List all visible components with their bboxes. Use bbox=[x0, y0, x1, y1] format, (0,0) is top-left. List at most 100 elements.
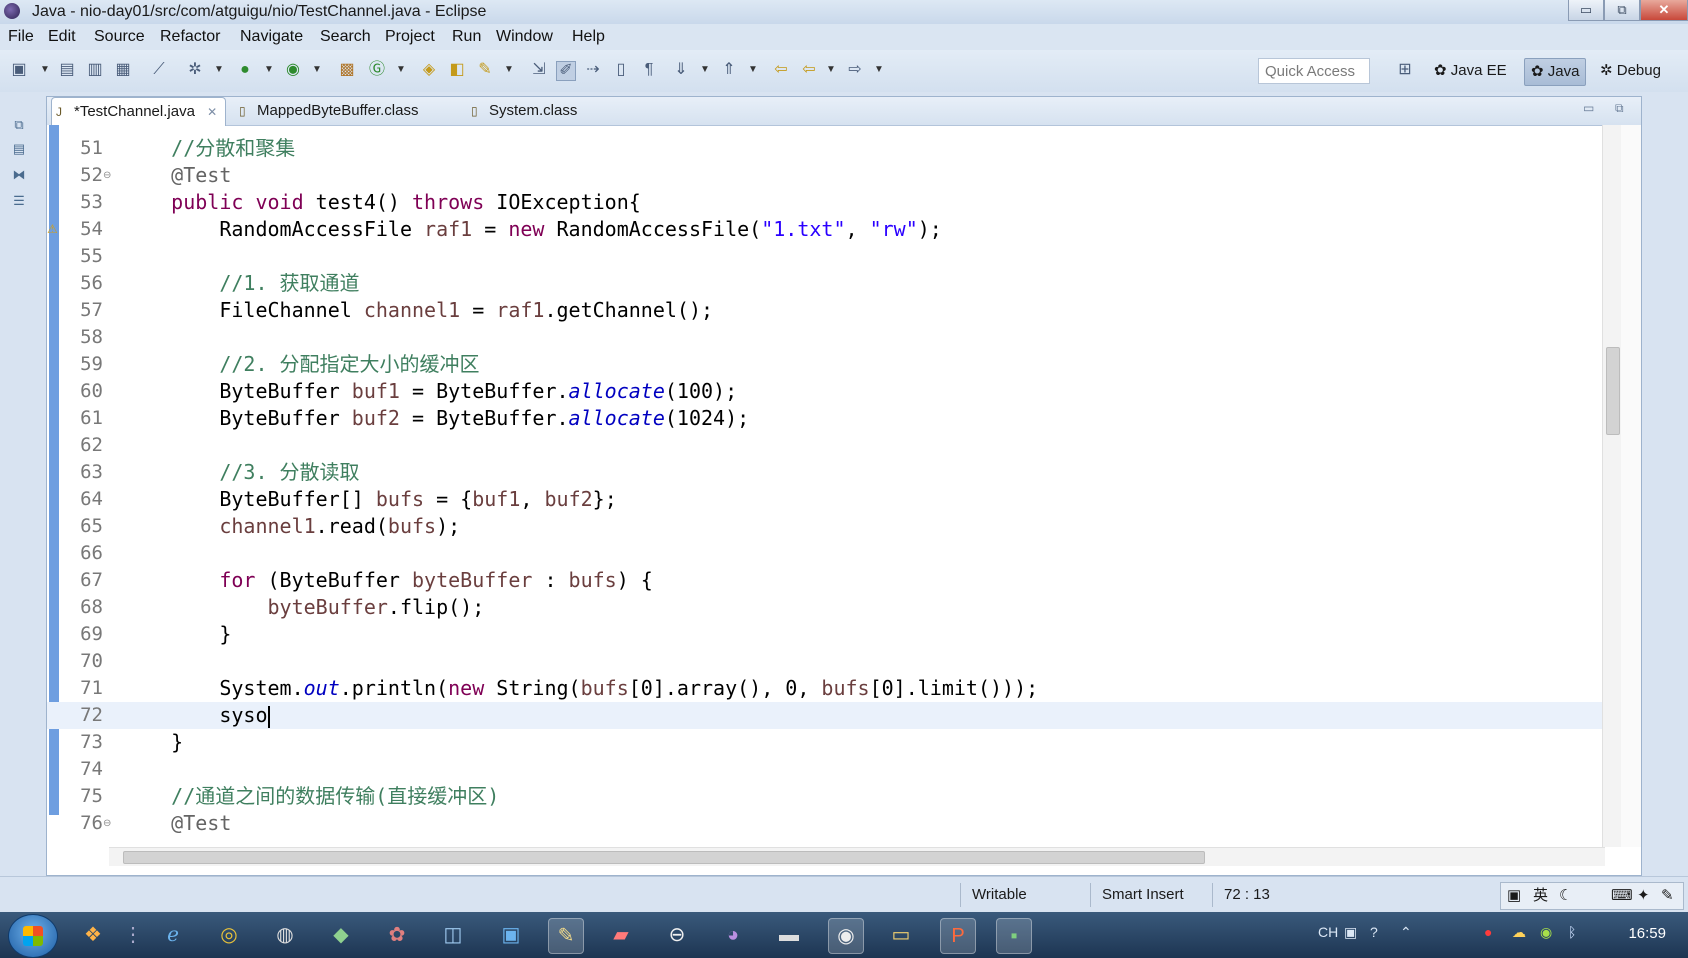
forward-dropdown-icon[interactable]: ▼ bbox=[874, 61, 884, 79]
chrome-icon[interactable]: ◎ bbox=[212, 918, 246, 952]
skip-breakpoints-icon[interactable]: ⟋ bbox=[150, 61, 168, 79]
help-icon[interactable]: ? bbox=[1370, 924, 1378, 940]
ime-language[interactable]: 英 bbox=[1533, 883, 1548, 909]
menu-file[interactable]: File bbox=[8, 28, 34, 46]
search-icon[interactable]: ✎ bbox=[476, 61, 494, 79]
code-line[interactable]: 67 for (ByteBuffer byteBuffer : bufs) { bbox=[47, 567, 1605, 594]
menu-navigate[interactable]: Navigate bbox=[240, 28, 303, 46]
code-line[interactable]: 76 ⊖ @Test bbox=[47, 810, 1605, 837]
code-line[interactable]: 59 //2. 分配指定大小的缓冲区 bbox=[47, 351, 1605, 378]
fold-toggle-icon[interactable]: ⊖ bbox=[103, 810, 111, 837]
code-line[interactable]: 65 channel1.read(bufs); bbox=[47, 513, 1605, 540]
perspective-debug[interactable]: ✲ Debug bbox=[1600, 58, 1661, 84]
paint-icon[interactable]: ✿ bbox=[380, 918, 414, 952]
close-tab-icon[interactable]: ✕ bbox=[207, 105, 217, 119]
open-perspective-icon[interactable]: ⊞ bbox=[1396, 61, 1414, 79]
taskbar-app-icon[interactable]: ❖ bbox=[76, 918, 110, 952]
ime-moon-icon[interactable]: ☾ bbox=[1559, 883, 1572, 909]
menu-window[interactable]: Window bbox=[496, 28, 553, 46]
code-line[interactable]: 62 bbox=[47, 432, 1605, 459]
minimize-editor-icon[interactable]: ▭ bbox=[1583, 101, 1594, 115]
vertical-scroll-thumb[interactable] bbox=[1606, 347, 1620, 435]
ime-logo-icon[interactable]: ▣ bbox=[1507, 883, 1521, 909]
ime-toolbar[interactable]: ▣ 英 ☾ ⌨ ✦ ✎ bbox=[1500, 882, 1684, 910]
menu-refactor[interactable]: Refactor bbox=[160, 28, 220, 46]
annotation-next-icon[interactable]: ⇲ bbox=[530, 61, 548, 79]
tray-expand-icon[interactable]: ⌃ bbox=[1400, 924, 1412, 941]
ie-icon[interactable]: ℯ bbox=[156, 918, 190, 952]
browser-icon[interactable]: ▣ bbox=[494, 918, 528, 952]
new-dropdown-icon[interactable]: ▼ bbox=[40, 61, 50, 79]
open-task-icon[interactable]: ◧ bbox=[448, 61, 466, 79]
code-line[interactable]: 68 byteBuffer.flip(); bbox=[47, 594, 1605, 621]
back-dropdown-icon[interactable]: ▼ bbox=[826, 61, 836, 79]
ime-keyboard-icon[interactable]: ⌨ bbox=[1611, 883, 1633, 909]
menu-project[interactable]: Project bbox=[385, 28, 435, 46]
bluetooth-icon[interactable]: ᛒ bbox=[1568, 924, 1576, 940]
powerpoint-icon[interactable]: P bbox=[940, 918, 976, 954]
notes-icon[interactable]: ✎ bbox=[548, 918, 584, 954]
next-annotation-dropdown-icon[interactable]: ▼ bbox=[700, 61, 710, 79]
perspective-java[interactable]: ✿ Java bbox=[1524, 58, 1587, 86]
code-line[interactable]: 63 //3. 分散读取 bbox=[47, 459, 1605, 486]
cmd-icon[interactable]: ▬ bbox=[772, 918, 806, 952]
code-line[interactable]: 72 syso bbox=[47, 702, 1605, 729]
new-java-project-icon[interactable]: ▩ bbox=[338, 61, 356, 79]
folder-icon[interactable]: ▭ bbox=[884, 918, 918, 952]
tab-system-class[interactable]: ▯ System.class bbox=[467, 97, 577, 125]
new-class-icon[interactable]: Ⓖ bbox=[368, 61, 386, 79]
chat-icon[interactable]: ◫ bbox=[436, 918, 470, 952]
menu-search[interactable]: Search bbox=[320, 28, 371, 46]
horizontal-scroll-thumb[interactable] bbox=[123, 851, 1205, 864]
qq-icon[interactable]: ◍ bbox=[268, 918, 302, 952]
tab-testchannel[interactable]: J *TestChannel.java ✕ bbox=[51, 97, 227, 126]
run-external-tools-icon[interactable]: ◉ bbox=[284, 61, 302, 79]
app-icon[interactable]: ◆ bbox=[324, 918, 358, 952]
forward-icon[interactable]: ⇨ bbox=[846, 61, 864, 79]
previous-annotation-dropdown-icon[interactable]: ▼ bbox=[748, 61, 758, 79]
new-icon[interactable]: ▣ bbox=[10, 61, 28, 79]
minus-icon[interactable]: ⊖ bbox=[660, 918, 694, 952]
minimize-button[interactable]: ▭ bbox=[1568, 0, 1604, 21]
code-line[interactable]: ⚠ 54 RandomAccessFile raf1 = new RandomAc… bbox=[47, 216, 1605, 243]
debug-icon[interactable]: ✲ bbox=[186, 61, 204, 79]
code-line[interactable]: 61 ByteBuffer buf2 = ByteBuffer.allocate… bbox=[47, 405, 1605, 432]
package-explorer-icon[interactable]: ▤ bbox=[10, 140, 28, 158]
camera-icon[interactable]: ◉ bbox=[828, 918, 864, 954]
code-line[interactable]: 71 System.out.println(new String(bufs[0]… bbox=[47, 675, 1605, 702]
maximize-editor-icon[interactable]: ⧉ bbox=[1615, 101, 1624, 116]
last-edit-icon[interactable]: ⇦ bbox=[772, 61, 790, 79]
maximize-button[interactable]: ⧉ bbox=[1604, 0, 1640, 21]
code-line[interactable]: 66 bbox=[47, 540, 1605, 567]
external-tools-dropdown-icon[interactable]: ▼ bbox=[312, 61, 322, 79]
menu-help[interactable]: Help bbox=[572, 28, 605, 46]
tab-mappedbytebuffer[interactable]: ▯ MappedByteBuffer.class bbox=[235, 97, 418, 125]
new-class-dropdown-icon[interactable]: ▼ bbox=[396, 61, 406, 79]
security-icon[interactable]: ◉ bbox=[1540, 924, 1552, 941]
toggle-mark-occurrences-icon[interactable]: ✐ bbox=[556, 61, 576, 81]
save-all-icon[interactable]: ▥ bbox=[86, 61, 104, 79]
horizontal-scrollbar[interactable] bbox=[109, 847, 1605, 866]
code-line[interactable]: 70 bbox=[47, 648, 1605, 675]
open-type-icon[interactable]: ◈ bbox=[420, 61, 438, 79]
quick-access-input[interactable]: Quick Access bbox=[1258, 58, 1370, 84]
save-icon[interactable]: ▤ bbox=[58, 61, 76, 79]
outline-icon[interactable]: ☰ bbox=[10, 192, 28, 210]
code-line[interactable]: 56 //1. 获取通道 bbox=[47, 270, 1605, 297]
code-line[interactable]: 69 } bbox=[47, 621, 1605, 648]
code-line[interactable]: 75 //通道之间的数据传输(直接缓冲区) bbox=[47, 783, 1605, 810]
code-line[interactable]: 58 bbox=[47, 324, 1605, 351]
next-annotation-icon[interactable]: ⇓ bbox=[672, 61, 690, 79]
run-dropdown-icon[interactable]: ▼ bbox=[264, 61, 274, 79]
print-icon[interactable]: ▦ bbox=[114, 61, 132, 79]
code-line[interactable]: 73 } bbox=[47, 729, 1605, 756]
debug-dropdown-icon[interactable]: ▼ bbox=[214, 61, 224, 79]
eclipse-taskbar-icon[interactable]: ◕ bbox=[716, 918, 750, 952]
restore-icon[interactable]: ⧉ bbox=[10, 116, 28, 134]
ime-tool-icon[interactable]: ✎ bbox=[1661, 883, 1674, 909]
back-icon[interactable]: ⇦ bbox=[800, 61, 818, 79]
start-button[interactable] bbox=[8, 914, 58, 958]
input-indicator-icon[interactable]: CH bbox=[1318, 924, 1338, 940]
vertical-scrollbar[interactable] bbox=[1602, 125, 1621, 847]
code-line[interactable]: 55 bbox=[47, 243, 1605, 270]
